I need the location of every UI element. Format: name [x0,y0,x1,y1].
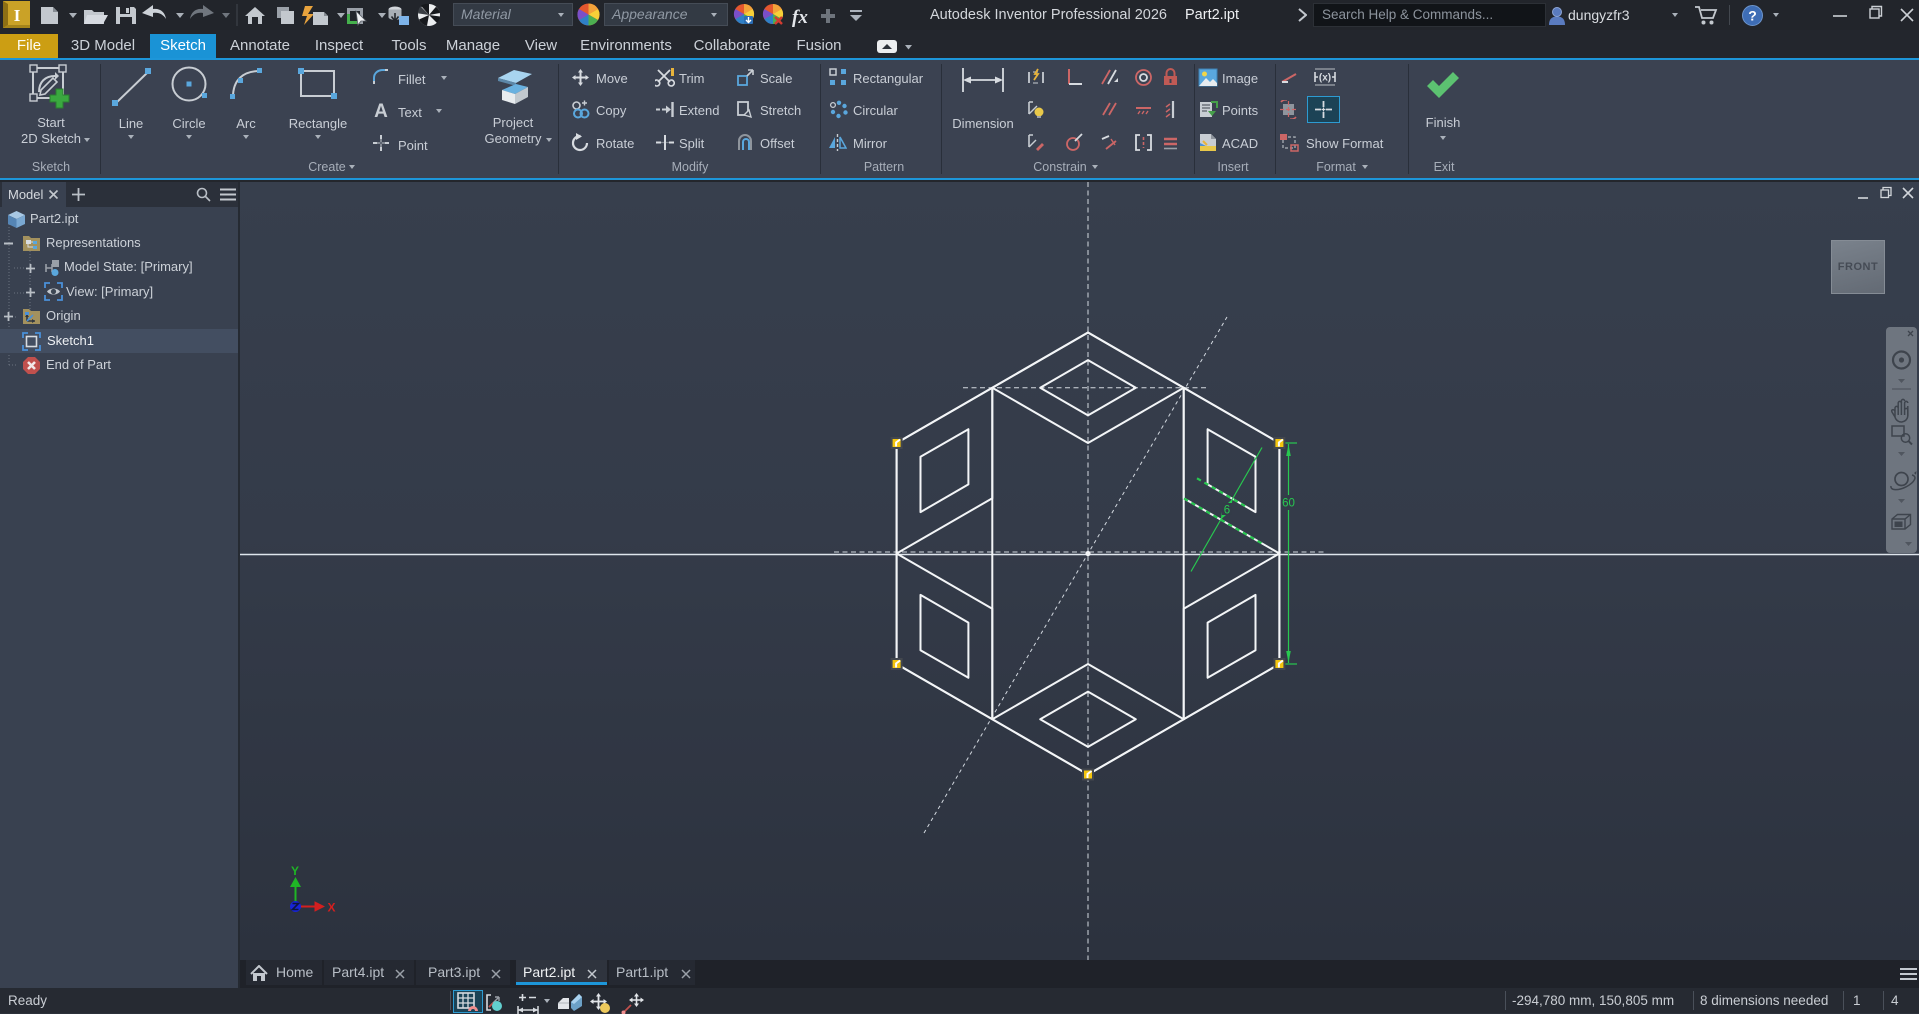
svg-text:X: X [327,901,335,915]
svg-text:6: 6 [1224,505,1230,517]
svg-text:(x): (x) [1319,73,1331,84]
svg-text:60: 60 [1282,498,1295,510]
svg-text:Y: Y [291,864,299,878]
svg-text:?: ? [1748,8,1757,24]
svg-text:fx: fx [792,7,808,27]
svg-text:I: I [14,6,21,25]
svg-text:A: A [374,101,388,119]
